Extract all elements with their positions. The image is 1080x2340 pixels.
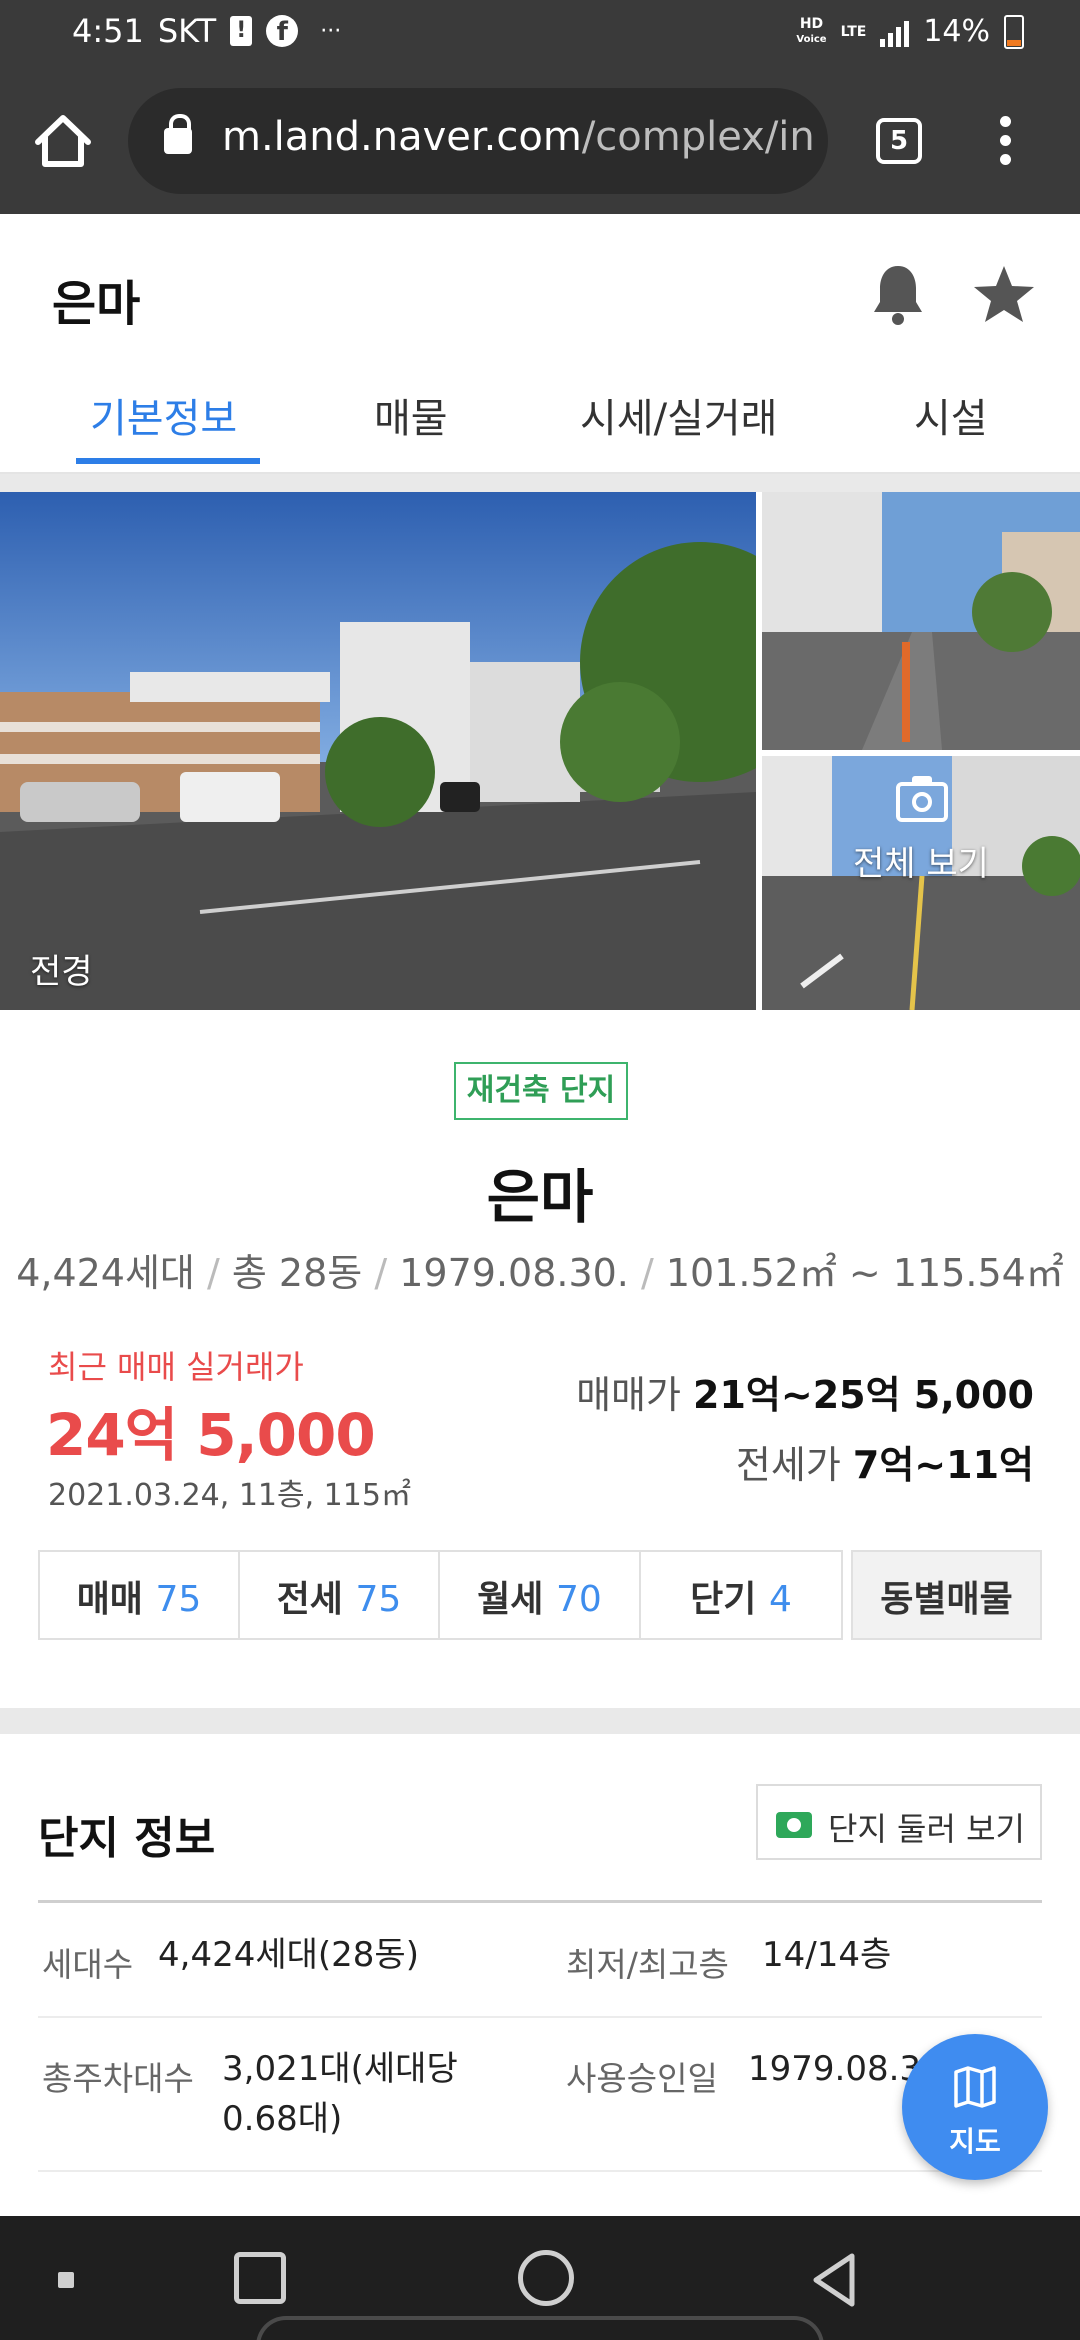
url-path: /complex/info <box>581 114 812 160</box>
star-icon[interactable] <box>972 262 1036 326</box>
listing-counts: 매매 75 전세 75 월세 70 단기 4 동별매물 <box>38 1550 1042 1642</box>
hd-voice-line2: Voice <box>796 33 827 45</box>
info-label-floors: 최저/최고층 <box>566 1945 729 1984</box>
redevelopment-badge: 재건축 단지 <box>454 1062 628 1120</box>
complex-tour-button[interactable]: 단지 둘러 보기 <box>756 1784 1042 1860</box>
sale-price-label: 매매가 <box>576 1373 681 1417</box>
complex-name: 은마 <box>486 1163 594 1231</box>
sale-price-row: 매매가 21억~25억 5,000 <box>576 1364 1034 1419</box>
photo-gallery: 전경 전체 보기 <box>0 492 1080 1010</box>
browser-toolbar: m.land.naver.com/complex/info 5 <box>0 66 1080 214</box>
nav-indicator-icon <box>58 2272 74 2288</box>
count-label: 매매 <box>76 1579 143 1620</box>
jeonse-price-label: 전세가 <box>735 1443 841 1487</box>
bell-icon[interactable] <box>870 262 926 326</box>
count-value: 75 <box>155 1579 202 1620</box>
url-text[interactable]: m.land.naver.com/complex/info <box>222 114 812 160</box>
info-label-approval: 사용승인일 <box>566 2059 718 2098</box>
count-value: 4 <box>768 1579 792 1620</box>
map-button[interactable]: 지도 <box>902 2034 1048 2180</box>
count-jeonse-button[interactable]: 전세 75 <box>238 1550 440 1640</box>
system-nav-bar <box>0 2216 1080 2340</box>
photo-caption: 전경 <box>30 952 93 992</box>
status-left: 4:51 SKT ! f ··· <box>72 12 341 50</box>
status-bar: 4:51 SKT ! f ··· HD Voice LTE 14% <box>0 0 1080 66</box>
photo-thumb-2[interactable]: 전체 보기 <box>762 756 1080 1010</box>
more-vert-icon[interactable] <box>1000 116 1014 170</box>
recents-icon[interactable] <box>234 2252 286 2304</box>
complex-info-title: 단지 정보 <box>38 1813 216 1864</box>
count-label: 전세 <box>276 1579 343 1620</box>
complex-meta: 4,424세대 / 총 28동 / 1979.08.30. / 101.52㎡ … <box>16 1251 1064 1295</box>
section-divider <box>0 1708 1080 1734</box>
divider <box>38 2170 1042 2172</box>
info-value-approval: 1979.08.3 <box>748 2049 922 2089</box>
meta-buildings: 총 28동 <box>231 1251 363 1295</box>
tab-basic-info[interactable]: 기본정보 <box>90 386 237 444</box>
info-value-floors: 14/14층 <box>762 1935 892 1975</box>
hd-voice-line1: HD <box>799 15 824 32</box>
active-tab-indicator <box>76 458 260 464</box>
jeonse-price-row: 전세가 7억~11억 <box>736 1434 1034 1489</box>
divider <box>38 2016 1042 2018</box>
lte-icon: LTE <box>840 23 867 40</box>
status-time: 4:51 <box>72 12 144 50</box>
info-label-households: 세대수 <box>42 1945 134 1984</box>
signal-icon <box>880 17 910 47</box>
count-label: 단기 <box>690 1579 757 1620</box>
camera-icon <box>896 776 948 822</box>
count-short-term-button[interactable]: 단기 4 <box>639 1550 843 1640</box>
recent-trade-price: 24억 5,000 <box>46 1401 376 1469</box>
url-host: m.land.naver.com <box>222 114 582 160</box>
count-sale-button[interactable]: 매매 75 <box>38 1550 240 1640</box>
complex-tour-label: 단지 둘러 보기 <box>828 1810 1025 1848</box>
page-title: 은마 <box>52 276 141 332</box>
status-right: HD Voice LTE 14% <box>796 14 1024 49</box>
facebook-icon: f <box>266 15 299 47</box>
meta-households: 4,424세대 <box>16 1251 195 1295</box>
url-bar[interactable]: m.land.naver.com/complex/info <box>128 88 828 194</box>
section-divider <box>0 474 1080 492</box>
keyboard-handle <box>256 2316 824 2340</box>
recent-trade-label: 최근 매매 실거래가 <box>48 1348 304 1386</box>
tab-price-transactions[interactable]: 시세/실거래 <box>580 386 777 444</box>
more-notifications-icon: ··· <box>320 18 342 44</box>
page-header: 은마 기본정보 매물 시세/실거래 시설 <box>0 214 1080 474</box>
battery-percent: 14% <box>923 14 990 49</box>
home-circle-icon[interactable] <box>518 2250 574 2306</box>
meta-approval-date: 1979.08.30. <box>399 1251 629 1295</box>
camera-icon <box>776 1812 812 1838</box>
count-monthly-button[interactable]: 월세 70 <box>438 1550 641 1640</box>
map-icon <box>954 2066 996 2108</box>
count-label: 월세 <box>477 1579 544 1620</box>
recent-trade-detail: 2021.03.24, 11층, 115㎡ <box>48 1478 411 1513</box>
battery-icon <box>1004 14 1024 49</box>
hd-voice-icon: HD Voice <box>796 17 826 47</box>
tabs-icon[interactable]: 5 <box>876 118 922 164</box>
lock-icon <box>164 114 192 154</box>
sale-price-range: 21억~25억 5,000 <box>693 1373 1034 1417</box>
count-value: 70 <box>555 1579 602 1620</box>
tab-facilities[interactable]: 시설 <box>914 386 988 444</box>
notification-alert-icon: ! <box>230 16 253 46</box>
meta-area-range: 101.52㎡ ~ 115.54㎡ <box>665 1251 1064 1295</box>
info-value-parking: 3,021대(세대당 0.68대) <box>222 2049 458 2139</box>
divider <box>38 1900 1042 1903</box>
tab-listings[interactable]: 매물 <box>374 386 448 444</box>
jeonse-price-range: 7억~11억 <box>852 1443 1034 1487</box>
info-value-households: 4,424세대(28동) <box>158 1935 419 1975</box>
map-button-label: 지도 <box>949 2125 1001 2158</box>
photo-main[interactable]: 전경 <box>0 492 756 1010</box>
home-icon[interactable] <box>28 106 98 176</box>
listings-by-building-button[interactable]: 동별매물 <box>851 1550 1042 1640</box>
view-all-photos[interactable]: 전체 보기 <box>762 836 1080 885</box>
count-value: 75 <box>355 1579 402 1620</box>
status-carrier: SKT <box>157 12 217 50</box>
photo-thumb-1[interactable] <box>762 492 1080 750</box>
info-label-parking: 총주차대수 <box>42 2059 194 2098</box>
back-icon[interactable] <box>806 2250 862 2314</box>
